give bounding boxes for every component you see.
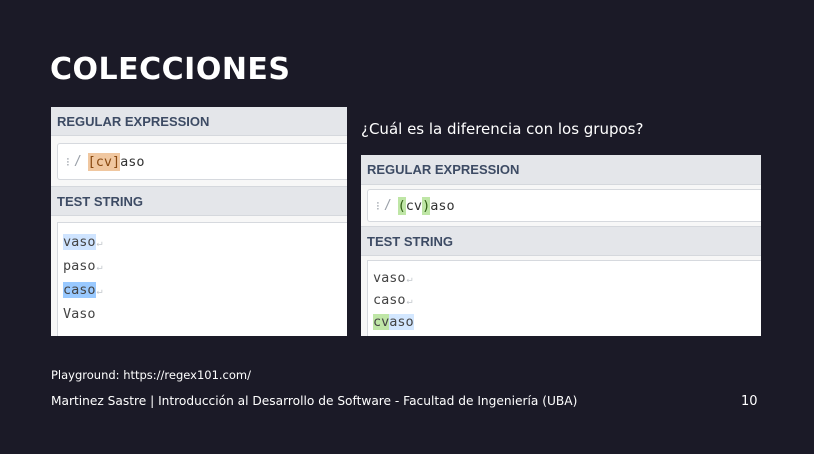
regex-delimiter: / <box>73 154 82 169</box>
test-line: caso↵ <box>373 289 761 311</box>
newline-icon: ↵ <box>406 274 413 285</box>
regex101-screenshot-class: REGULAR EXPRESSION ⁝ / [cv] aso TEST STRI… <box>51 107 347 336</box>
character-class-token: [cv] <box>87 152 121 171</box>
group-content: cv <box>405 197 423 214</box>
group-open-token: ( <box>397 196 406 215</box>
regex-header: REGULAR EXPRESSION <box>361 155 761 185</box>
group-close-token: ) <box>422 196 431 215</box>
slide-title: COLECCIONES <box>50 52 291 87</box>
test-line: vaso↵ <box>63 230 347 254</box>
line-text: vaso <box>373 270 406 286</box>
test-string-header: TEST STRING <box>361 226 761 256</box>
newline-icon: ↵ <box>406 296 413 307</box>
page-number: 10 <box>741 394 758 409</box>
line-text: Vaso <box>63 306 96 322</box>
test-string-area[interactable]: vaso↵ paso↵ caso↵ Vaso <box>57 222 347 336</box>
group-match-highlight: cv <box>373 314 390 330</box>
regex-literal: aso <box>430 197 455 214</box>
regex-input[interactable]: ⁝ / [cv] aso <box>57 143 347 180</box>
regex-literal: aso <box>120 153 145 170</box>
regex-delimiter: / <box>383 198 392 213</box>
test-string-area[interactable]: vaso↵ caso↵ cvaso <box>367 260 761 336</box>
test-line: cvaso <box>373 311 761 333</box>
match-highlight: aso <box>389 314 414 330</box>
test-line: vaso↵ <box>373 267 761 289</box>
regex-input[interactable]: ⁝ / (cv) aso <box>367 189 761 222</box>
question-text: ¿Cuál es la diferencia con los grupos? <box>361 120 644 138</box>
test-line: caso↵ <box>63 278 347 302</box>
line-text: paso <box>63 258 96 274</box>
newline-icon: ↵ <box>96 286 103 297</box>
line-text: caso <box>373 292 406 308</box>
regex-header: REGULAR EXPRESSION <box>51 107 347 136</box>
drag-handle-icon: ⁝ <box>376 198 380 213</box>
footer-text: Martinez Sastre | Introducción al Desarr… <box>51 394 578 408</box>
newline-icon: ↵ <box>96 262 103 273</box>
regex101-screenshot-group: REGULAR EXPRESSION ⁝ / (cv) aso TEST STRI… <box>361 155 761 336</box>
match-highlight: caso <box>63 282 96 298</box>
test-string-header: TEST STRING <box>51 186 347 216</box>
match-highlight: vaso <box>63 234 96 250</box>
playground-link[interactable]: Playground: https://regex101.com/ <box>51 368 251 382</box>
test-line: Vaso <box>63 302 347 326</box>
newline-icon: ↵ <box>96 238 103 249</box>
drag-handle-icon: ⁝ <box>66 154 70 169</box>
test-line: paso↵ <box>63 254 347 278</box>
